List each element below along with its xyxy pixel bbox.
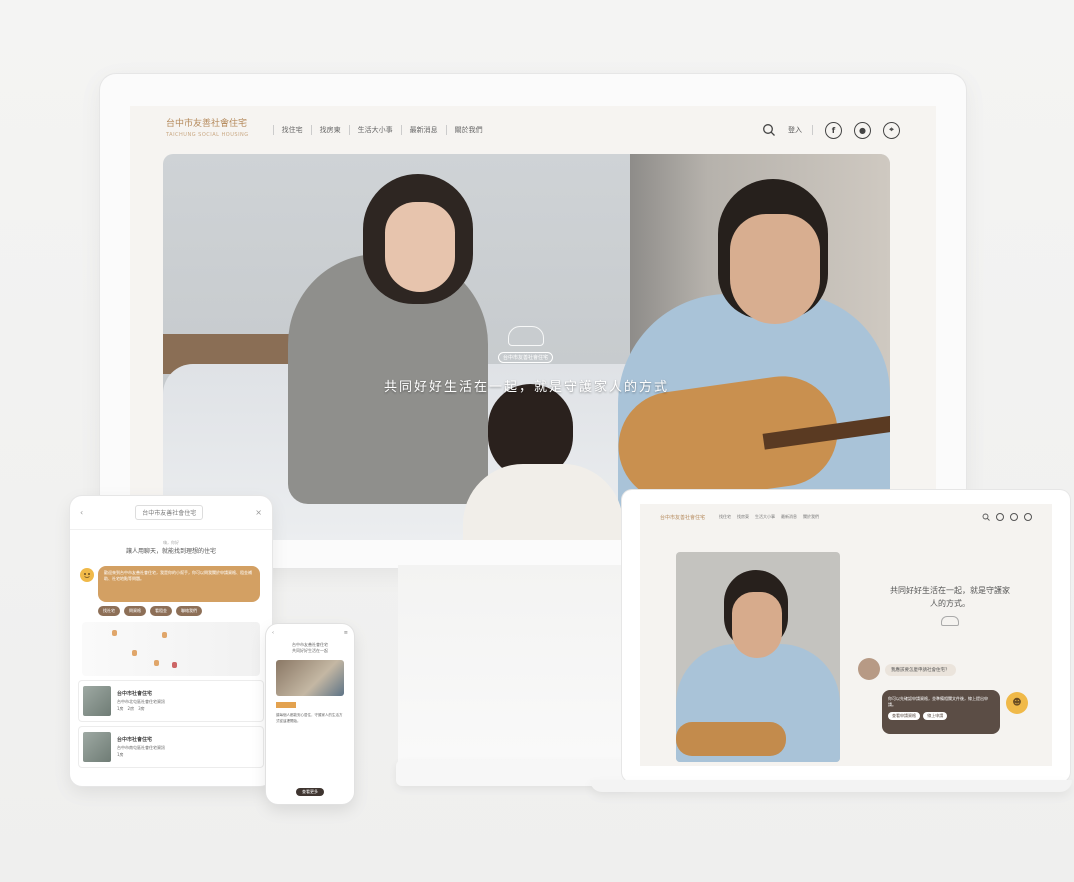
map-marker-icon[interactable]: [154, 660, 159, 666]
back-icon[interactable]: ‹: [80, 508, 83, 517]
housing-card-info: 台中市社會住宅 台中市北屯區社會住宅資訊 1房 2房 3房: [117, 691, 165, 712]
tablet-logo[interactable]: 台中市友善社會住宅: [135, 505, 204, 520]
search-icon[interactable]: [762, 123, 776, 137]
location-pin-icon[interactable]: [1024, 513, 1032, 521]
facebook-icon[interactable]: f: [825, 121, 842, 139]
chatbot-avatar-icon: ☻: [1006, 692, 1028, 714]
map-view[interactable]: [82, 622, 260, 676]
answer-button[interactable]: 線上申請: [923, 712, 948, 720]
photo-man-face: [732, 592, 782, 658]
laptop-feature-photo: [676, 552, 840, 762]
main-nav: 找住宅 找房東 生活大小事 最新消息 關於我們: [272, 125, 491, 135]
user-avatar: [858, 658, 880, 680]
nav-item[interactable]: 找住宅: [272, 125, 311, 135]
map-marker-icon[interactable]: [112, 630, 117, 636]
housing-card[interactable]: 台中市社會住宅 台中市南屯區社會住宅資訊 1房: [78, 726, 264, 768]
nav-item[interactable]: 最新消息: [781, 514, 797, 520]
map-marker-icon[interactable]: [162, 632, 167, 638]
housing-card-title: 台中市社會住宅: [117, 736, 153, 743]
housing-card-meta: 1房 2房 3房: [117, 705, 145, 711]
laptop-screen: 台中市友善社會住宅 找住宅 找房東 生活大小事 最新消息 關於我們 共同好好生活…: [640, 504, 1052, 766]
phone-tag: [276, 702, 296, 708]
nav-actions: 登入 f ● ⌖: [762, 121, 900, 139]
phone-title-text: 共同好好生活在一起: [292, 648, 328, 653]
logo-title: 台中市友善社會住宅: [166, 119, 248, 129]
monitor-stand: [398, 565, 628, 783]
desktop-navbar: 台中市友善社會住宅 TAICHUNG SOCIAL HOUSING 找住宅 找房…: [130, 106, 936, 154]
quick-reply-chips: 找社宅 問資格 看租金 聯絡我們: [98, 606, 272, 616]
quick-reply-chip[interactable]: 聯絡我們: [176, 606, 202, 616]
building-thumbnail: [83, 732, 111, 762]
nav-item[interactable]: 最新消息: [400, 125, 446, 135]
nav-item[interactable]: 找房東: [310, 125, 349, 135]
line-icon[interactable]: ●: [854, 121, 871, 139]
nav-item[interactable]: 找房東: [737, 514, 749, 520]
map-marker-icon[interactable]: [172, 662, 177, 668]
laptop-quote: 共同好好生活在一起，就是守護家人的方式。: [890, 584, 1010, 626]
housing-card-title: 台中市社會住宅: [117, 690, 153, 697]
logo-subtitle: TAICHUNG SOCIAL HOUSING: [166, 132, 249, 138]
menu-icon[interactable]: ≡: [344, 630, 348, 636]
login-link[interactable]: 登入: [788, 125, 813, 135]
house-emblem-icon: [941, 616, 959, 626]
nav-item[interactable]: 關於我們: [803, 514, 819, 520]
close-icon[interactable]: ×: [255, 508, 262, 517]
phone-body-text: 讓每個人都能安心居住，守護家人的生活方式從這裡開始。: [276, 713, 343, 723]
quick-reply-chip[interactable]: 看租金: [150, 606, 172, 616]
hero-banner: 台中市友善社會住宅 共同好好生活在一起，就是守護家人的方式: [163, 154, 890, 540]
housing-card-info: 台中市社會住宅 台中市南屯區社會住宅資訊 1房: [117, 737, 165, 758]
hero-man-face: [730, 214, 820, 324]
phone-header: ‹ ≡: [266, 624, 354, 642]
hero-badge: 台中市友善社會住宅: [498, 352, 554, 363]
chat-bubble: 歡迎來到台中市友善社會住宅，我是你的小幫手，你可以問我關於申請資格、租金補助、社…: [98, 566, 260, 602]
more-button[interactable]: 查看更多: [296, 788, 324, 796]
tablet-title-small: 嗨，你好: [163, 540, 179, 545]
desktop-screen: 台中市友善社會住宅 TAICHUNG SOCIAL HOUSING 找住宅 找房…: [130, 106, 936, 540]
hero-child: [463, 464, 623, 540]
laptop-logo[interactable]: 台中市友善社會住宅: [660, 514, 705, 521]
laptop-nav-actions: [982, 513, 1032, 521]
tablet-title: 嗨，你好 讓人用聊天，就能找到理想的住宅: [70, 538, 272, 556]
user-question-bubble: 我應該要怎麼申請社會住宅？: [885, 664, 956, 676]
house-emblem-icon: [508, 326, 544, 346]
tablet-title-text: 讓人用聊天，就能找到理想的住宅: [125, 548, 216, 555]
bot-answer-text: 你可以先確認申請資格，並準備相關文件後，線上提出申請。: [888, 696, 988, 707]
phone-feature-image[interactable]: [276, 660, 344, 696]
facebook-icon[interactable]: [996, 513, 1004, 521]
nav-item[interactable]: 生活大小事: [348, 125, 401, 135]
nav-item[interactable]: 找住宅: [719, 514, 731, 520]
nav-item[interactable]: 關於我們: [445, 125, 491, 135]
site-logo[interactable]: 台中市友善社會住宅 TAICHUNG SOCIAL HOUSING: [166, 119, 249, 141]
photo-guitar: [676, 722, 786, 756]
search-icon[interactable]: [982, 513, 990, 521]
hero-woman-face: [385, 202, 455, 292]
location-pin-icon[interactable]: ⌖: [883, 121, 900, 139]
quick-reply-chip[interactable]: 問資格: [124, 606, 146, 616]
building-thumbnail: [83, 686, 111, 716]
laptop-base: [590, 780, 1072, 792]
bot-answer-bubble: 你可以先確認申請資格，並準備相關文件後，線上提出申請。 查看申請資格 線上申請: [882, 690, 1000, 734]
chatbot-avatar-icon: [80, 568, 94, 582]
housing-card[interactable]: 台中市社會住宅 台中市北屯區社會住宅資訊 1房 2房 3房: [78, 680, 264, 722]
tablet-device: ‹ 台中市友善社會住宅 × 嗨，你好 讓人用聊天，就能找到理想的住宅 歡迎來到台…: [70, 496, 272, 786]
laptop-nav: 找住宅 找房東 生活大小事 最新消息 關於我們: [719, 514, 819, 520]
tablet-header: ‹ 台中市友善社會住宅 ×: [70, 496, 272, 530]
hero-caption: 共同好好生活在一起，就是守護家人的方式: [383, 380, 669, 395]
housing-card-meta: 1房: [117, 751, 124, 757]
housing-card-desc: 台中市北屯區社會住宅資訊: [117, 698, 165, 704]
laptop-quote-text: 共同好好生活在一起，就是守護家人的方式。: [890, 586, 1010, 608]
quick-reply-chip[interactable]: 找社宅: [98, 606, 120, 616]
phone-device: ‹ ≡ 台中市友善社會住宅 共同好好生活在一起 讓每個人都能安心居住，守護家人的…: [266, 624, 354, 804]
housing-card-desc: 台中市南屯區社會住宅資訊: [117, 744, 165, 750]
phone-title: 台中市友善社會住宅 共同好好生活在一起: [266, 642, 354, 654]
nav-item[interactable]: 生活大小事: [755, 514, 775, 520]
map-marker-icon[interactable]: [132, 650, 137, 656]
laptop-device: 台中市友善社會住宅 找住宅 找房東 生活大小事 最新消息 關於我們 共同好好生活…: [622, 490, 1070, 782]
laptop-navbar: 台中市友善社會住宅 找住宅 找房東 生活大小事 最新消息 關於我們: [640, 504, 1052, 530]
line-icon[interactable]: [1010, 513, 1018, 521]
back-icon[interactable]: ‹: [272, 630, 274, 636]
answer-button[interactable]: 查看申請資格: [888, 712, 920, 720]
